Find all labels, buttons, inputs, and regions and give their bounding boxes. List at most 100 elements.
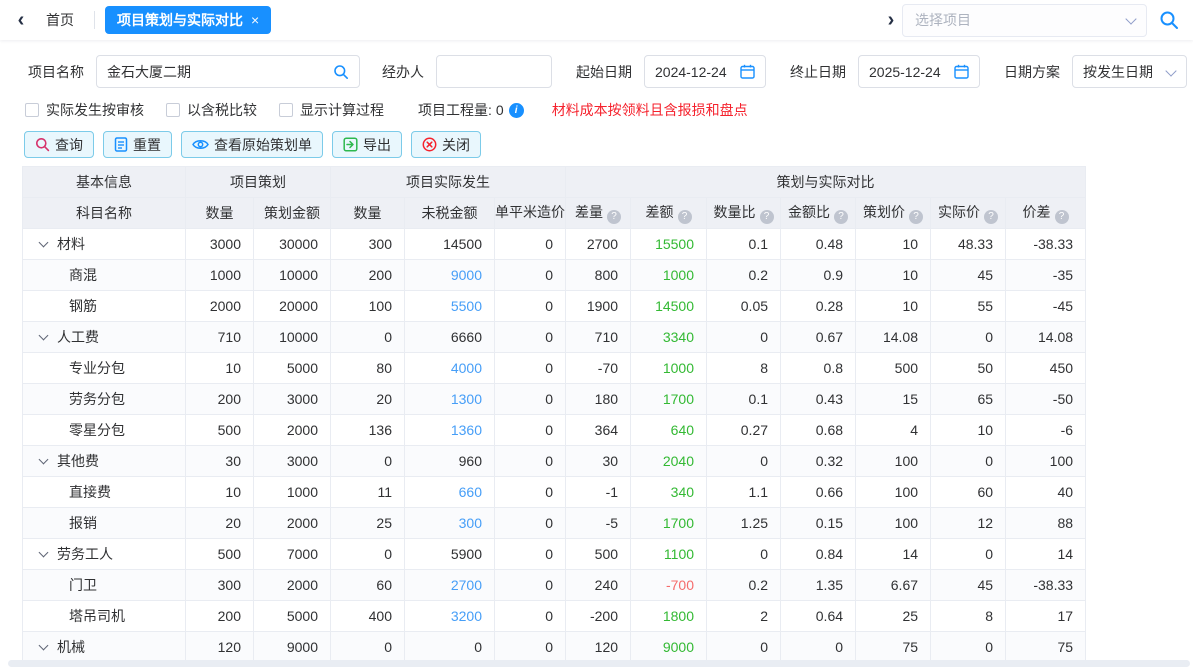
value-cell: 10 [186, 477, 254, 508]
column-header: 数量 [331, 198, 405, 229]
value-cell: 0 [707, 632, 781, 663]
subject-name-cell: 报销 [23, 508, 186, 539]
amount-link[interactable]: 5500 [451, 298, 482, 314]
value-cell: 0 [781, 632, 856, 663]
value-cell: 80 [331, 353, 405, 384]
amount-link[interactable]: 3200 [451, 608, 482, 624]
column-header: 策划价? [856, 198, 931, 229]
column-header-label: 差量 [575, 204, 603, 220]
cell-value: 9000 [287, 639, 318, 655]
checkbox-icon[interactable] [279, 103, 293, 117]
checkbox-actual-audit[interactable]: 实际发生按审核 [25, 100, 144, 120]
export-icon [343, 137, 358, 152]
help-icon[interactable]: ? [1055, 210, 1069, 224]
tabs-scroll-left-icon[interactable]: ‹ [10, 10, 32, 30]
checkbox-icon[interactable] [166, 103, 180, 117]
value-cell: 15500 [631, 229, 707, 260]
value-cell: 136 [331, 415, 405, 446]
cell-value: 0.28 [816, 298, 843, 314]
value-cell: 1700 [631, 384, 707, 415]
tabs-scroll-right-icon[interactable]: › [880, 10, 902, 30]
calendar-icon[interactable] [954, 64, 969, 79]
help-icon[interactable]: ? [760, 210, 774, 224]
value-cell: 10 [186, 353, 254, 384]
tab-home[interactable]: 首页 [46, 10, 74, 30]
cell-value: 3000 [287, 391, 318, 407]
checkbox-show-calculation[interactable]: 显示计算过程 [279, 100, 384, 120]
horizontal-scrollbar[interactable] [8, 660, 1190, 667]
cell-value: 0 [545, 546, 553, 562]
value-cell: 9000 [254, 632, 331, 663]
date-scheme-select[interactable]: 按发生日期 [1072, 55, 1187, 88]
cell-value: 1800 [663, 608, 694, 624]
query-button-label: 查询 [55, 135, 83, 155]
value-cell: 0.28 [781, 291, 856, 322]
cell-value: 30000 [279, 236, 318, 252]
value-cell: 300 [405, 508, 495, 539]
close-button[interactable]: 关闭 [411, 131, 481, 158]
cell-value: 200 [369, 267, 392, 283]
project-select-dropdown[interactable]: 选择项目 [902, 4, 1147, 37]
table-row: 直接费101000116600-13401.10.661006040 [23, 477, 1086, 508]
value-cell: 3000 [254, 446, 331, 477]
agent-value[interactable] [447, 64, 541, 80]
value-cell: 17 [1006, 601, 1086, 632]
amount-link[interactable]: 4000 [451, 360, 482, 376]
project-name-input[interactable] [96, 55, 360, 88]
collapse-caret-icon[interactable] [39, 456, 49, 466]
value-cell: 0 [495, 508, 566, 539]
column-header-row: 科目名称数量策划金额数量未税金额单平米造价?差量?差额?数量比?金额比?策划价?… [23, 198, 1086, 229]
info-icon[interactable]: i [509, 103, 524, 118]
value-cell: 710 [186, 322, 254, 353]
cell-value: 0 [835, 639, 843, 655]
reset-button[interactable]: 重置 [103, 131, 172, 158]
checkbox-icon[interactable] [25, 103, 39, 117]
subject-name: 直接费 [69, 484, 111, 500]
view-original-plan-button[interactable]: 查看原始策划单 [181, 131, 323, 158]
help-icon[interactable]: ? [607, 210, 621, 224]
help-icon[interactable]: ? [834, 210, 848, 224]
query-button[interactable]: 查询 [24, 131, 94, 158]
collapse-caret-icon[interactable] [39, 642, 49, 652]
collapse-caret-icon[interactable] [39, 549, 49, 559]
project-search-icon[interactable] [333, 64, 349, 80]
cell-value: 0.48 [816, 236, 843, 252]
value-cell: 120 [186, 632, 254, 663]
start-date-input[interactable] [644, 55, 766, 88]
cell-value: 0 [985, 329, 993, 345]
value-cell: 0.48 [781, 229, 856, 260]
help-icon[interactable]: ? [984, 210, 998, 224]
end-date-input[interactable] [858, 55, 980, 88]
checkbox-tax-included[interactable]: 以含税比较 [166, 100, 257, 120]
help-icon[interactable]: ? [909, 210, 923, 224]
amount-link[interactable]: 300 [459, 515, 482, 531]
cell-value: 7000 [287, 546, 318, 562]
subject-name-cell: 人工费 [23, 322, 186, 353]
collapse-caret-icon[interactable] [39, 239, 49, 249]
cell-value: -70 [598, 360, 618, 376]
help-icon[interactable]: ? [678, 210, 692, 224]
value-cell: 2700 [405, 570, 495, 601]
tab-close-icon[interactable]: × [251, 12, 259, 28]
agent-input[interactable] [436, 55, 552, 88]
cell-value: 0 [545, 236, 553, 252]
amount-link[interactable]: 660 [459, 484, 482, 500]
calendar-icon[interactable] [740, 64, 755, 79]
project-name-value[interactable] [107, 64, 327, 80]
active-tab-label: 项目策划与实际对比 [117, 10, 243, 30]
start-date-value[interactable] [655, 64, 734, 80]
amount-link[interactable]: 1360 [451, 422, 482, 438]
subject-name: 其他费 [57, 453, 99, 469]
date-scheme-value: 按发生日期 [1083, 62, 1166, 82]
value-cell: 60 [331, 570, 405, 601]
global-search-icon[interactable] [1159, 10, 1179, 30]
amount-link[interactable]: 9000 [451, 267, 482, 283]
value-cell: 7000 [254, 539, 331, 570]
end-date-value[interactable] [869, 64, 948, 80]
collapse-caret-icon[interactable] [39, 332, 49, 342]
tab-active-project-compare[interactable]: 项目策划与实际对比 × [105, 6, 271, 34]
amount-link[interactable]: 2700 [451, 577, 482, 593]
cell-value: 0 [760, 639, 768, 655]
amount-link[interactable]: 1300 [451, 391, 482, 407]
export-button[interactable]: 导出 [332, 131, 402, 158]
